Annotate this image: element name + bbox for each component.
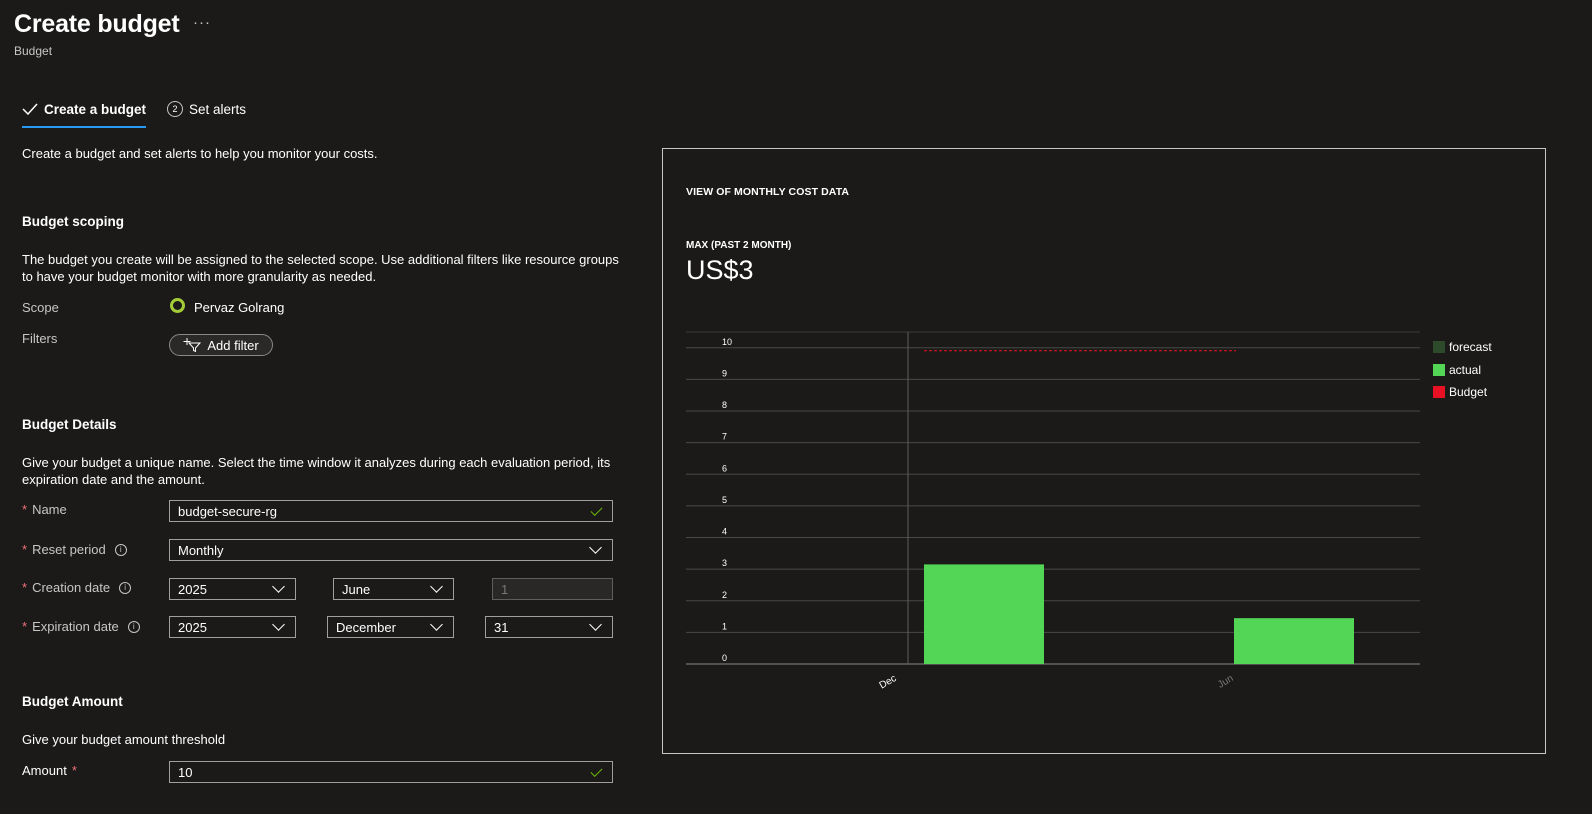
legend-swatch-actual xyxy=(1433,363,1445,376)
chevron-down-icon xyxy=(430,580,443,593)
tab-create-budget[interactable]: Create a budget xyxy=(22,96,147,128)
legend-swatch-forecast xyxy=(1433,341,1445,354)
y-tick-label: 3 xyxy=(722,558,727,568)
creation-date-label: * Creation date i xyxy=(22,580,132,595)
section-heading-amount: Budget Amount xyxy=(22,694,123,709)
chevron-down-icon xyxy=(589,541,602,554)
add-filter-button[interactable]: Add filter xyxy=(169,334,273,356)
panel-title: VIEW OF MONTHLY COST DATA xyxy=(686,186,850,198)
tab-label: Set alerts xyxy=(189,101,247,117)
bar-actual xyxy=(924,564,1044,664)
y-tick-label: 2 xyxy=(722,590,727,600)
expiration-day-dropdown[interactable]: 31 xyxy=(485,616,613,638)
chevron-down-icon xyxy=(589,618,602,631)
chevron-down-icon xyxy=(272,618,285,631)
chevron-down-icon xyxy=(272,580,285,593)
chevron-down-icon xyxy=(430,618,443,631)
cost-chart: 0 1 2 3 4 5 6 7 8 9 10 Dec Jun xyxy=(686,331,1420,691)
name-label: * Name xyxy=(22,502,67,517)
tab-set-alerts[interactable]: 2 Set alerts xyxy=(167,96,246,128)
amount-description: Give your budget amount threshold xyxy=(22,732,226,747)
section-heading-details: Budget Details xyxy=(22,417,117,432)
scope-value[interactable]: Pervaz Golrang xyxy=(194,300,284,315)
y-tick-label: 7 xyxy=(722,432,727,442)
reset-period-dropdown[interactable]: Monthly xyxy=(169,539,613,561)
y-tick-label: 0 xyxy=(722,653,727,663)
legend-item-forecast[interactable]: forecast xyxy=(1433,336,1492,359)
y-tick-label: 4 xyxy=(722,527,727,537)
y-tick-label: 5 xyxy=(722,495,727,505)
legend-item-actual[interactable]: actual xyxy=(1433,359,1492,382)
page-subtitle: Budget xyxy=(14,44,53,58)
bar-actual xyxy=(1234,618,1354,664)
scope-status-icon xyxy=(170,298,185,313)
creation-month-dropdown[interactable]: June xyxy=(333,578,454,600)
expiration-date-label: * Expiration date i xyxy=(22,619,140,634)
scoping-description: The budget you create will be assigned t… xyxy=(22,252,619,284)
expiration-month-dropdown[interactable]: December xyxy=(327,616,454,638)
y-tick-label: 9 xyxy=(722,368,727,378)
y-tick-label: 10 xyxy=(722,337,732,347)
y-tick-label: 6 xyxy=(722,463,727,473)
checkmark-icon xyxy=(22,103,38,115)
x-tick-label: Dec xyxy=(878,673,899,691)
amount-input[interactable]: 10 xyxy=(169,761,613,783)
legend-swatch-budget xyxy=(1433,386,1445,399)
y-tick-label: 8 xyxy=(722,400,727,410)
page-title: Create budget xyxy=(14,10,180,38)
max-cost-label: MAX (PAST 2 MONTH) xyxy=(686,240,792,251)
expiration-year-dropdown[interactable]: 2025 xyxy=(169,616,296,638)
x-tick-label: Jun xyxy=(1216,673,1235,691)
reset-period-label: * Reset period i xyxy=(22,542,127,557)
y-tick-label: 1 xyxy=(722,621,727,631)
max-cost-value: US$3 xyxy=(686,255,754,285)
section-heading-scoping: Budget scoping xyxy=(22,214,124,229)
filters-label: Filters xyxy=(22,331,58,346)
tab-label: Create a budget xyxy=(44,101,147,117)
more-options-button[interactable]: ··· xyxy=(193,14,211,31)
intro-text: Create a budget and set alerts to help y… xyxy=(22,146,378,161)
creation-day-input: 1 xyxy=(492,578,613,600)
valid-check-icon xyxy=(590,503,603,516)
valid-check-icon xyxy=(590,764,603,777)
amount-label: Amount * xyxy=(22,763,77,778)
info-icon[interactable]: i xyxy=(114,543,127,556)
add-filter-icon xyxy=(183,338,202,352)
info-icon[interactable]: i xyxy=(127,620,140,633)
details-description: Give your budget a unique name. Select t… xyxy=(22,455,611,487)
step-number-badge: 2 xyxy=(167,101,183,117)
name-input[interactable]: budget-secure-rg xyxy=(169,500,613,522)
add-filter-label: Add filter xyxy=(207,337,259,353)
creation-year-dropdown[interactable]: 2025 xyxy=(169,578,296,600)
info-icon[interactable]: i xyxy=(119,581,132,594)
legend-item-budget[interactable]: Budget xyxy=(1433,381,1492,404)
scope-label: Scope xyxy=(22,300,59,315)
chart-legend: forecast actual Budget xyxy=(1433,336,1492,404)
